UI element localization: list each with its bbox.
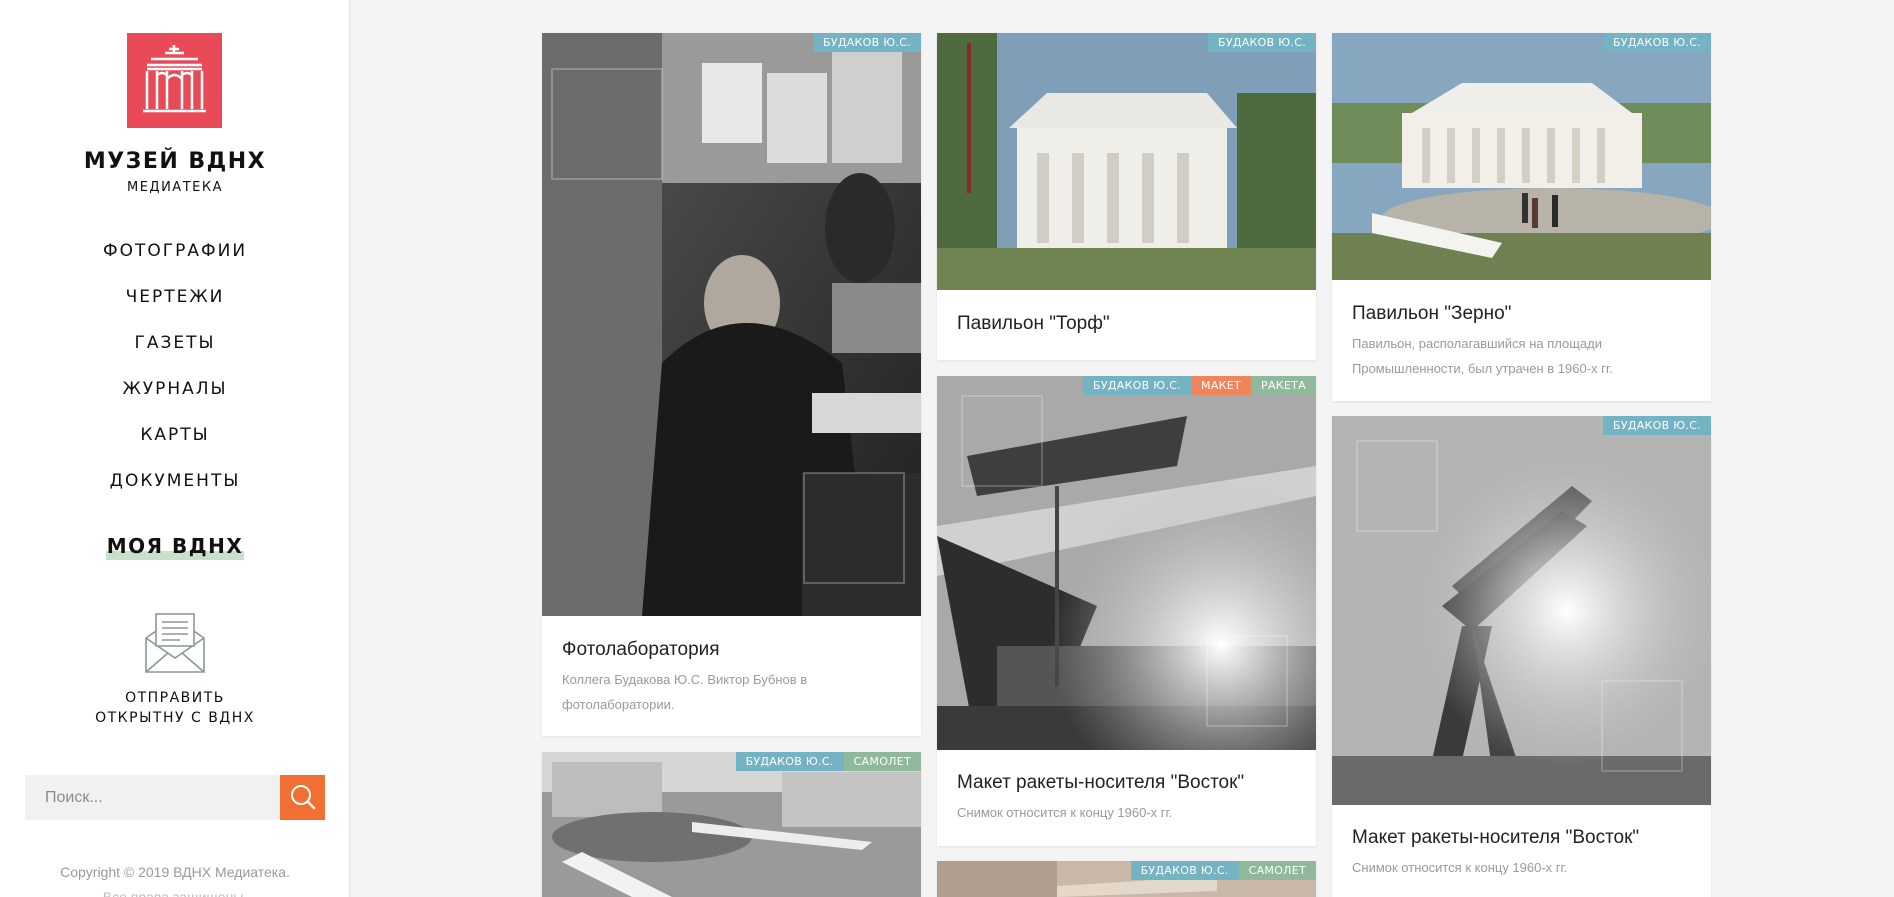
card-description-line: Промышленности, был утрачен в 1960-х гг. xyxy=(1352,361,1613,376)
nav-item-newspapers[interactable]: ГАЗЕТЫ xyxy=(0,330,350,376)
card-tags: БУДАКОВ Ю.С. xyxy=(1602,33,1711,52)
site-title: МУЗЕЙ ВДНХ xyxy=(83,149,267,174)
tag-plane[interactable]: САМОЛЕТ xyxy=(1238,861,1316,880)
card-description-line: Снимок относится к концу 1960-х гг. xyxy=(957,805,1173,820)
photo-card[interactable]: БУДАКОВ Ю.С. МАКЕТ РАКЕТА Макет ракеты-н… xyxy=(937,376,1316,846)
card-description-line: фотолаборатории. xyxy=(562,697,675,712)
card-tags: БУДАКОВ Ю.С. xyxy=(812,33,921,52)
postcard-line-2: ОТКРЫТНУ С ВДНХ xyxy=(95,710,255,726)
tag-model[interactable]: МАКЕТ xyxy=(1191,376,1252,395)
search-input[interactable] xyxy=(25,775,280,820)
card-title[interactable]: Павильон "Торф" xyxy=(957,313,1110,335)
pavilion-arch-icon xyxy=(143,45,206,113)
photo-card[interactable]: БУДАКОВ Ю.С. САМОЛЕТ xyxy=(542,752,921,897)
card-description-line: Коллега Будакова Ю.С. Виктор Бубнов в xyxy=(562,672,808,687)
main-nav: ФОТОГРАФИИ ЧЕРТЕЖИ ГАЗЕТЫ ЖУРНАЛЫ КАРТЫ … xyxy=(0,238,350,514)
card-title[interactable]: Фотолаборатория xyxy=(562,639,720,661)
card-description-line: Снимок относится к концу 1960-х гг. xyxy=(1352,860,1568,875)
photo-card[interactable]: БУДАКОВ Ю.С. Павильон "Зерно" Павильон, … xyxy=(1332,33,1711,401)
photo-card[interactable]: БУДАКОВ Ю.С. Макет ракеты-носителя "Вост… xyxy=(1332,416,1711,897)
photo-image xyxy=(542,33,921,616)
tag-rocket[interactable]: РАКЕТА xyxy=(1251,376,1316,395)
card-tags: БУДАКОВ Ю.С. САМОЛЕТ xyxy=(735,752,921,771)
photo-image xyxy=(542,752,921,897)
send-postcard-link[interactable]: ОТПРАВИТЬ ОТКРЫТНУ С ВДНХ xyxy=(0,688,350,728)
tag-author[interactable]: БУДАКОВ Ю.С. xyxy=(1207,33,1316,52)
photo-card[interactable]: БУДАКОВ Ю.С. Фотолаборатория Коллега Буд… xyxy=(542,33,921,736)
envelope-icon[interactable] xyxy=(144,612,206,674)
card-tags: БУДАКОВ Ю.С. МАКЕТ РАКЕТА xyxy=(1083,376,1316,395)
photo-image xyxy=(937,376,1316,750)
tag-author[interactable]: БУДАКОВ Ю.С. xyxy=(1083,376,1192,395)
card-title[interactable]: Макет ракеты-носителя "Восток" xyxy=(957,772,1244,794)
search-button[interactable] xyxy=(280,775,325,820)
card-description-line: Павильон, располагавшийся на площади xyxy=(1352,336,1602,351)
tag-plane[interactable]: САМОЛЕТ xyxy=(843,752,921,771)
nav-item-magazines[interactable]: ЖУРНАЛЫ xyxy=(0,376,350,422)
photo-card[interactable]: БУДАКОВ Ю.С. Павильон "Торф" xyxy=(937,33,1316,360)
photo-image xyxy=(1332,416,1711,805)
card-photo[interactable]: БУДАКОВ Ю.С. САМОЛЕТ xyxy=(937,861,1316,897)
nav-item-documents[interactable]: ДОКУМЕНТЫ xyxy=(0,468,350,514)
nav-item-photos[interactable]: ФОТОГРАФИИ xyxy=(0,238,350,284)
sidebar: МУЗЕЙ ВДНХ МЕДИАТЕКА ФОТОГРАФИИ ЧЕРТЕЖИ … xyxy=(0,0,350,897)
card-tags: БУДАКОВ Ю.С. xyxy=(1207,33,1316,52)
card-photo[interactable]: БУДАКОВ Ю.С. xyxy=(937,33,1316,290)
my-vdnh-link[interactable]: МОЯ ВДНХ xyxy=(0,534,350,558)
card-description: Снимок относится к концу 1960-х гг. xyxy=(957,800,1297,825)
card-description: Снимок относится к концу 1960-х гг. xyxy=(1352,855,1692,880)
tag-author[interactable]: БУДАКОВ Ю.С. xyxy=(1602,416,1711,435)
rights-text: Все права защищены. xyxy=(102,889,248,897)
postcard-line-1: ОТПРАВИТЬ xyxy=(125,690,225,706)
site-subtitle: МЕДИАТЕКА xyxy=(127,180,223,195)
card-tags: БУДАКОВ Ю.С. САМОЛЕТ xyxy=(1130,861,1316,880)
search-icon xyxy=(291,785,316,810)
tag-author[interactable]: БУДАКОВ Ю.С. xyxy=(1130,861,1239,880)
tag-author[interactable]: БУДАКОВ Ю.С. xyxy=(735,752,844,771)
card-description: Коллега Будакова Ю.С. Виктор Бубнов в фо… xyxy=(562,667,902,717)
card-description: Павильон, располагавшийся на площади Про… xyxy=(1352,331,1692,381)
vdnh-logo[interactable] xyxy=(127,33,222,128)
card-photo[interactable]: БУДАКОВ Ю.С. xyxy=(1332,33,1711,280)
card-tags: БУДАКОВ Ю.С. xyxy=(1602,416,1711,435)
copyright-text: Copyright © 2019 ВДНХ Медиатека. xyxy=(60,864,290,880)
card-title[interactable]: Макет ракеты-носителя "Восток" xyxy=(1352,827,1639,849)
photo-card[interactable]: БУДАКОВ Ю.С. САМОЛЕТ xyxy=(937,861,1316,897)
tag-author[interactable]: БУДАКОВ Ю.С. xyxy=(1602,33,1711,52)
nav-item-maps[interactable]: КАРТЫ xyxy=(0,422,350,468)
card-photo[interactable]: БУДАКОВ Ю.С. xyxy=(1332,416,1711,805)
card-photo[interactable]: БУДАКОВ Ю.С. САМОЛЕТ xyxy=(542,752,921,897)
card-photo[interactable]: БУДАКОВ Ю.С. МАКЕТ РАКЕТА xyxy=(937,376,1316,750)
photo-image xyxy=(937,33,1316,290)
photo-image xyxy=(1332,33,1711,280)
nav-item-drawings[interactable]: ЧЕРТЕЖИ xyxy=(0,284,350,330)
tag-author[interactable]: БУДАКОВ Ю.С. xyxy=(812,33,921,52)
card-photo[interactable]: БУДАКОВ Ю.С. xyxy=(542,33,921,616)
card-title[interactable]: Павильон "Зерно" xyxy=(1352,303,1511,325)
